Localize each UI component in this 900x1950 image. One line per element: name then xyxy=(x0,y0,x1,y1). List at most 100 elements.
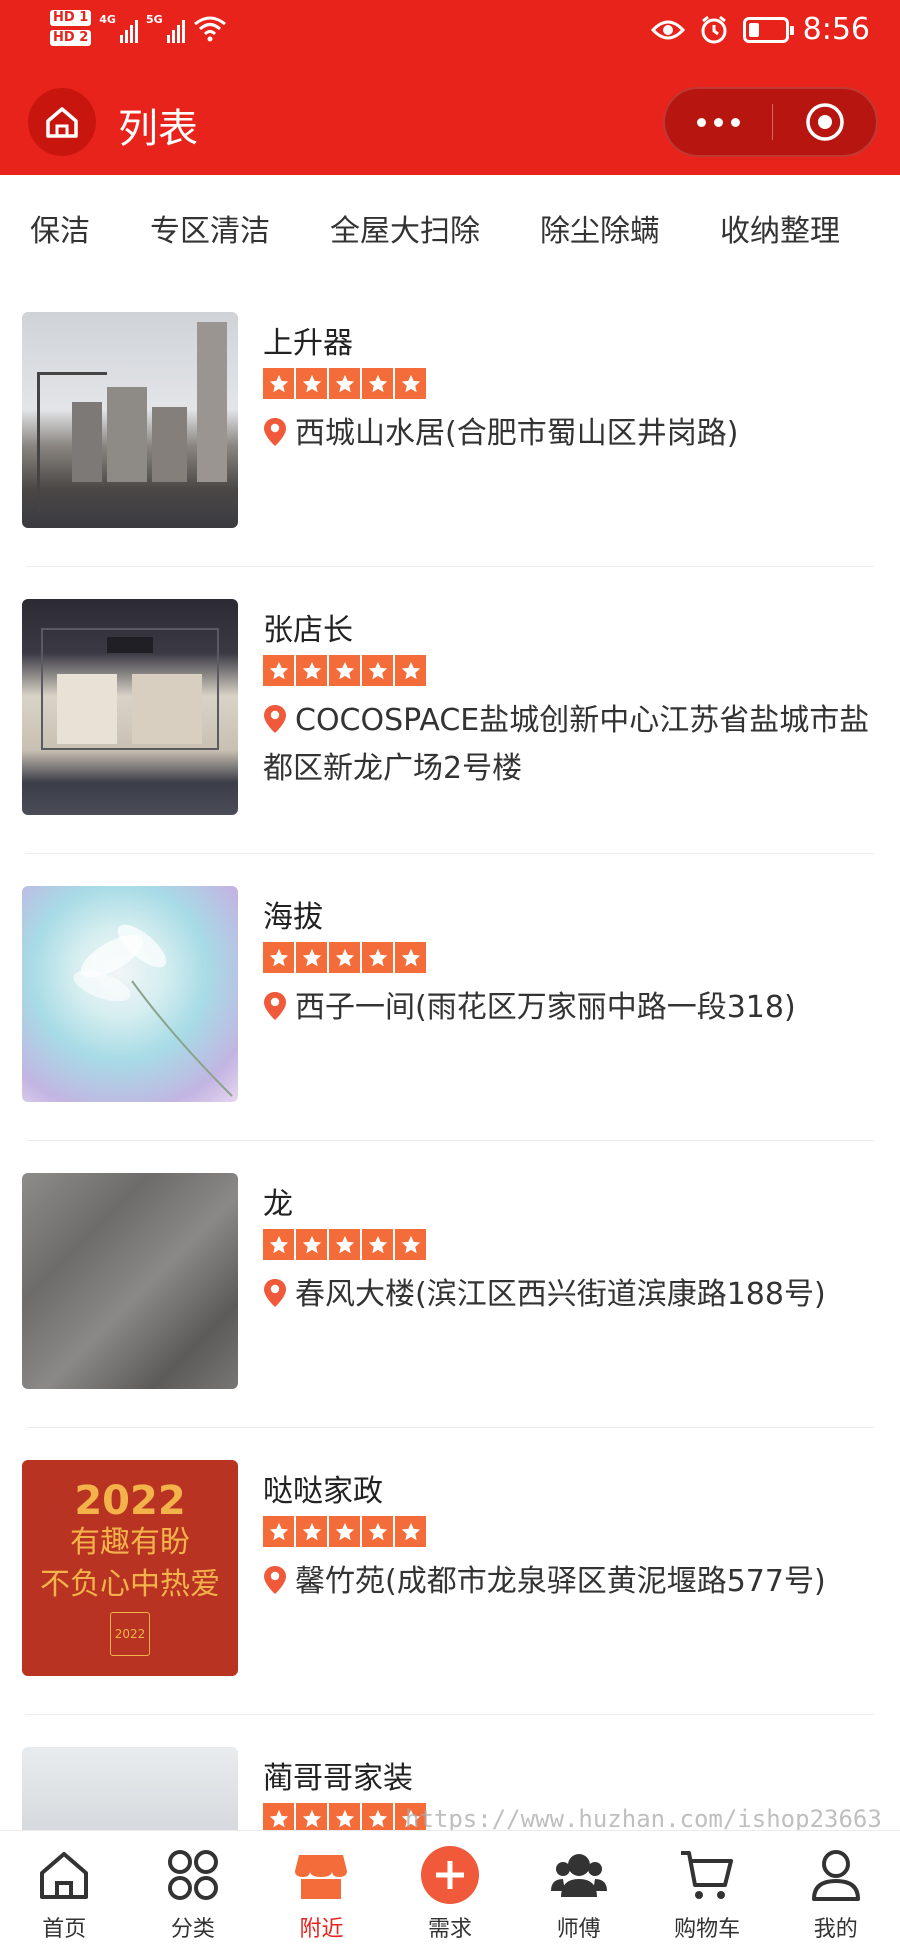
star-icon xyxy=(395,942,426,973)
tab-category-0[interactable]: 保洁 xyxy=(0,206,120,250)
star-icon xyxy=(296,942,327,973)
rating-stars xyxy=(263,655,426,686)
star-icon xyxy=(395,368,426,399)
store-icon xyxy=(289,1843,353,1907)
tab-label: 首页 xyxy=(42,1917,87,1942)
tab-label: 附近 xyxy=(299,1917,344,1942)
star-icon xyxy=(362,1229,393,1260)
hd2-badge: HD 2 xyxy=(50,30,92,46)
shop-address: 西子一间(雨花区万家丽中路一段318) xyxy=(263,986,873,1034)
home-button[interactable] xyxy=(28,88,96,156)
list-item[interactable]: 上升器 西城山水居(合肥市蜀山区井岗路) xyxy=(0,280,900,567)
profile-icon xyxy=(804,1843,868,1907)
star-icon xyxy=(296,368,327,399)
star-icon xyxy=(329,655,360,686)
tab-label: 需求 xyxy=(428,1917,473,1942)
list-item[interactable]: 龙 春风大楼(滨江区西兴街道滨康路188号) xyxy=(0,1141,900,1428)
tab-cart[interactable]: 购物车 xyxy=(643,1831,772,1950)
address-text: 春风大楼(滨江区西兴街道滨康路188号) xyxy=(295,1277,826,1312)
star-icon xyxy=(362,368,393,399)
cart-icon xyxy=(675,1843,739,1907)
location-pin-icon xyxy=(263,1277,287,1321)
tab-label: 购物车 xyxy=(674,1917,741,1942)
shop-thumbnail xyxy=(22,886,238,1102)
poster-line1: 有趣有盼 xyxy=(70,1525,190,1560)
shop-thumbnail: 2022 有趣有盼 不负心中热爱 2022 xyxy=(22,1460,238,1676)
address-text: COCOSPACE盐城创新中心江苏省盐城市盐都区新龙广场2号楼 xyxy=(263,703,870,786)
shop-name: 蔺哥哥家装 xyxy=(263,1761,413,1796)
shop-name: 海拔 xyxy=(263,900,323,935)
clock-time: 8:56 xyxy=(802,12,870,47)
shop-name: 哒哒家政 xyxy=(263,1474,383,1509)
more-button[interactable] xyxy=(665,89,772,155)
list-item[interactable]: 2022 有趣有盼 不负心中热爱 2022 哒哒家政 馨竹苑(成都市龙泉驿区黄泥… xyxy=(0,1428,900,1715)
shop-name: 张店长 xyxy=(263,613,353,648)
tab-workers[interactable]: 师傅 xyxy=(514,1831,643,1950)
star-icon xyxy=(263,1516,294,1547)
address-text: 西城山水居(合肥市蜀山区井岗路) xyxy=(295,416,739,451)
star-icon xyxy=(329,942,360,973)
shop-thumbnail xyxy=(22,1173,238,1389)
location-pin-icon xyxy=(263,416,287,460)
star-icon xyxy=(329,368,360,399)
star-icon xyxy=(296,1229,327,1260)
star-icon xyxy=(263,368,294,399)
shop-address: 春风大楼(滨江区西兴街道滨康路188号) xyxy=(263,1273,873,1321)
signal-4g-icon: 4G xyxy=(99,13,138,43)
star-icon xyxy=(263,942,294,973)
list-item[interactable]: 张店长 COCOSPACE盐城创新中心江苏省盐城市盐都区新龙广场2号楼 xyxy=(0,567,900,854)
shop-thumbnail xyxy=(22,312,238,528)
tab-category-1[interactable]: 专区清洁 xyxy=(120,206,300,250)
shop-list: 上升器 西城山水居(合肥市蜀山区井岗路) 张店长 COCOSPACE盐城创新中心… xyxy=(0,280,900,1950)
tab-category-3[interactable]: 除尘除螨 xyxy=(510,206,690,250)
tab-home[interactable]: 首页 xyxy=(0,1831,129,1950)
star-icon xyxy=(263,1229,294,1260)
tab-demand[interactable]: 需求 xyxy=(386,1831,515,1950)
star-icon xyxy=(395,1516,426,1547)
battery-icon xyxy=(742,16,794,43)
tab-label: 师傅 xyxy=(556,1917,601,1942)
alarm-icon xyxy=(701,15,727,43)
location-pin-icon xyxy=(263,1564,287,1608)
top-header: HD 1 HD 2 4G 5G 8:56 列表 xyxy=(0,0,900,175)
star-icon xyxy=(263,655,294,686)
tab-nearby[interactable]: 附近 xyxy=(257,1831,386,1950)
network-5g-label: 5G xyxy=(145,13,163,26)
shop-address: COCOSPACE盐城创新中心江苏省盐城市盐都区新龙广场2号楼 xyxy=(263,699,873,791)
tab-category[interactable]: 分类 xyxy=(129,1831,258,1950)
bottom-tab-bar: 首页 分类 附近 需求 师傅 购物车 我的 xyxy=(0,1830,900,1950)
shop-address: 西城山水居(合肥市蜀山区井岗路) xyxy=(263,412,873,460)
star-icon xyxy=(296,1516,327,1547)
star-icon xyxy=(395,655,426,686)
shop-address: 馨竹苑(成都市龙泉驿区黄泥堰路577号) xyxy=(263,1560,873,1608)
rating-stars xyxy=(263,1516,426,1547)
shop-name: 上升器 xyxy=(263,326,353,361)
miniprogram-capsule xyxy=(663,87,878,157)
address-text: 馨竹苑(成都市龙泉驿区黄泥堰路577号) xyxy=(295,1564,826,1599)
location-pin-icon xyxy=(263,990,287,1034)
tab-label: 我的 xyxy=(813,1917,858,1942)
poster-year: 2022 xyxy=(74,1478,186,1524)
star-icon xyxy=(329,1229,360,1260)
star-icon xyxy=(395,1229,426,1260)
hd1-badge: HD 1 xyxy=(50,10,92,26)
tab-category-2[interactable]: 全屋大扫除 xyxy=(300,206,510,250)
workers-icon xyxy=(547,1843,611,1907)
shop-thumbnail xyxy=(22,599,238,815)
poster-line2: 不负心中热爱 xyxy=(40,1567,220,1602)
list-item[interactable]: 海拔 西子一间(雨花区万家丽中路一段318) xyxy=(0,854,900,1141)
close-miniprogram-button[interactable] xyxy=(773,89,876,155)
star-icon xyxy=(362,942,393,973)
star-icon xyxy=(362,655,393,686)
target-icon xyxy=(805,103,844,141)
plus-icon xyxy=(418,1843,482,1907)
home-icon xyxy=(32,1843,96,1907)
tab-profile[interactable]: 我的 xyxy=(771,1831,900,1950)
rating-stars xyxy=(263,1229,426,1260)
tab-category-4[interactable]: 收纳整理 xyxy=(690,206,870,250)
location-pin-icon xyxy=(263,703,287,747)
category-icon xyxy=(161,1843,225,1907)
star-icon xyxy=(329,1516,360,1547)
rating-stars xyxy=(263,942,426,973)
rating-stars xyxy=(263,368,426,399)
